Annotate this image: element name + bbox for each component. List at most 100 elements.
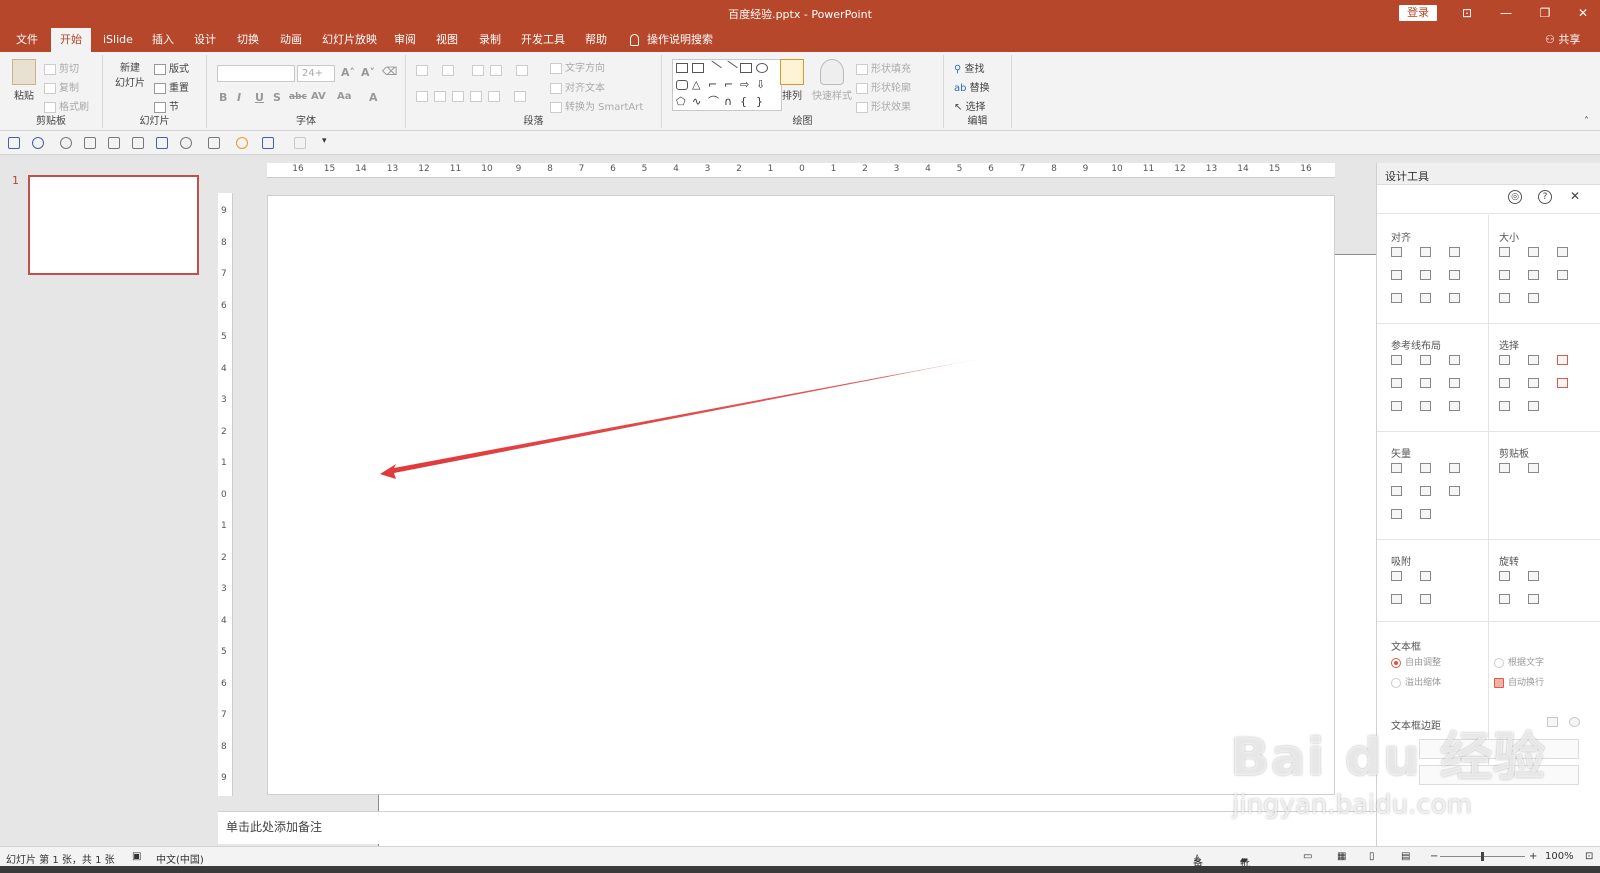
language-status[interactable]: 中文(中国) bbox=[156, 851, 204, 866]
vector-tool-icon[interactable] bbox=[1391, 486, 1402, 496]
align-tool-icon[interactable] bbox=[1449, 293, 1460, 303]
font-color-button[interactable]: A bbox=[369, 91, 378, 104]
guides-tool-icon[interactable] bbox=[1391, 401, 1402, 411]
slideshow-view-icon[interactable]: ▤ bbox=[1401, 851, 1410, 862]
shape-fill-button[interactable]: 形状填充 bbox=[856, 60, 911, 75]
bullets-button[interactable] bbox=[416, 65, 431, 77]
align-tool-icon[interactable] bbox=[1449, 247, 1460, 257]
rotate-tool-icon[interactable] bbox=[1499, 571, 1510, 581]
text-direction-button[interactable]: 文字方向 bbox=[550, 59, 605, 74]
arrow-shape[interactable] bbox=[268, 196, 1336, 796]
spellcheck-icon[interactable]: ▣ bbox=[132, 851, 141, 862]
tab-design[interactable]: 设计 bbox=[192, 28, 218, 52]
shadow-button[interactable]: S bbox=[273, 91, 281, 104]
minimize-icon[interactable]: — bbox=[1496, 4, 1516, 22]
section-button[interactable]: 节 bbox=[154, 98, 179, 113]
select-tool-icon[interactable] bbox=[1557, 355, 1568, 365]
char-spacing-button[interactable]: AV bbox=[311, 91, 326, 102]
snap-tool-icon[interactable] bbox=[1420, 571, 1431, 581]
snap-tool-icon[interactable] bbox=[1420, 594, 1431, 604]
select-tool-icon[interactable] bbox=[1528, 355, 1539, 365]
new-slide-qat-icon[interactable] bbox=[132, 137, 144, 149]
guides-tool-icon[interactable] bbox=[1391, 378, 1402, 388]
slide-thumbnail[interactable] bbox=[28, 175, 199, 275]
vector-tool-icon[interactable] bbox=[1391, 463, 1402, 473]
shapes-qat-icon[interactable] bbox=[180, 137, 192, 149]
align-tool-icon[interactable] bbox=[1420, 293, 1431, 303]
slide-canvas[interactable] bbox=[267, 195, 1335, 795]
zoom-in-icon[interactable]: + bbox=[1529, 851, 1537, 862]
grow-font-button[interactable]: A˄ bbox=[341, 66, 355, 79]
change-case-button[interactable]: Aa bbox=[337, 91, 352, 102]
clip-tool-icon[interactable] bbox=[1499, 463, 1510, 473]
vector-tool-icon[interactable] bbox=[1391, 509, 1402, 519]
select-tool-icon[interactable] bbox=[1499, 378, 1510, 388]
align-tool-icon[interactable] bbox=[1391, 293, 1402, 303]
numbering-button[interactable] bbox=[442, 65, 457, 77]
print-preview-icon[interactable] bbox=[108, 137, 120, 149]
font-name-combo[interactable] bbox=[217, 65, 295, 82]
shape-effects-button[interactable]: 形状效果 bbox=[856, 98, 911, 113]
font-size-combo[interactable]: 24+ bbox=[297, 65, 335, 82]
bold-button[interactable]: B bbox=[219, 91, 227, 104]
refresh-icon[interactable] bbox=[1569, 717, 1580, 727]
fit-slide-icon[interactable]: ⊡ bbox=[1585, 851, 1593, 862]
tab-review[interactable]: 审阅 bbox=[392, 28, 418, 52]
screenshot-icon[interactable] bbox=[156, 137, 168, 149]
italic-button[interactable]: I bbox=[237, 91, 241, 104]
reset-button[interactable]: 重置 bbox=[154, 79, 189, 94]
distributed-button[interactable] bbox=[488, 91, 503, 103]
format-painter-button[interactable]: 格式刷 bbox=[44, 98, 89, 113]
undo-icon[interactable] bbox=[32, 137, 44, 149]
trash-icon[interactable] bbox=[1547, 717, 1558, 727]
size-tool-icon[interactable] bbox=[1499, 247, 1510, 257]
guides-tool-icon[interactable] bbox=[1449, 355, 1460, 365]
layout-button[interactable]: 版式 bbox=[154, 60, 189, 75]
rotate-tool-icon[interactable] bbox=[1528, 571, 1539, 581]
tab-animations[interactable]: 动画 bbox=[278, 28, 304, 52]
save-icon[interactable] bbox=[8, 137, 20, 149]
word-wrap-checkbox[interactable]: 自动换行 bbox=[1494, 675, 1544, 688]
align-right-button[interactable] bbox=[452, 91, 467, 103]
zoom-slider-thumb[interactable] bbox=[1481, 852, 1484, 861]
autofit-text-radio[interactable]: 根据文字 bbox=[1494, 655, 1544, 668]
tab-developer[interactable]: 开发工具 bbox=[519, 28, 567, 52]
login-button[interactable]: 登录 bbox=[1399, 5, 1437, 21]
align-center-button[interactable] bbox=[434, 91, 449, 103]
convert-smartart-button[interactable]: 转换为 SmartArt bbox=[550, 98, 643, 113]
guides-tool-icon[interactable] bbox=[1420, 378, 1431, 388]
align-tool-icon[interactable] bbox=[1391, 247, 1402, 257]
copy-button[interactable]: 复制 bbox=[44, 79, 79, 94]
line-spacing-button[interactable] bbox=[516, 65, 531, 77]
select-tool-icon[interactable] bbox=[1528, 378, 1539, 388]
guides-tool-icon[interactable] bbox=[1449, 401, 1460, 411]
close-icon[interactable]: ✕ bbox=[1573, 4, 1593, 22]
zoom-level[interactable]: 100% bbox=[1545, 851, 1574, 862]
replace-button[interactable]: ab 替换 bbox=[954, 79, 990, 94]
arrange-button[interactable]: 排列 bbox=[778, 59, 806, 102]
clear-format-icon[interactable]: ⌫ bbox=[382, 65, 398, 78]
start-slideshow-icon[interactable] bbox=[84, 137, 96, 149]
tab-file[interactable]: 文件 bbox=[14, 28, 40, 52]
align-qat-icon[interactable] bbox=[208, 137, 220, 149]
cut-button[interactable]: 剪切 bbox=[44, 60, 79, 75]
vector-tool-icon[interactable] bbox=[1449, 463, 1460, 473]
underline-button[interactable]: U bbox=[255, 91, 264, 104]
paste-button[interactable]: 粘贴 bbox=[10, 59, 38, 102]
normal-view-icon[interactable]: ▭ bbox=[1303, 851, 1312, 862]
shape-outline-button[interactable]: 形状轮廓 bbox=[856, 79, 911, 94]
help-icon[interactable]: ? bbox=[1538, 190, 1552, 204]
customize-qat-icon[interactable]: ▾ bbox=[322, 136, 334, 148]
tab-home[interactable]: 开始 bbox=[51, 28, 91, 52]
justify-button[interactable] bbox=[470, 91, 485, 103]
tab-record[interactable]: 录制 bbox=[477, 28, 503, 52]
size-tool-icon[interactable] bbox=[1528, 270, 1539, 280]
size-tool-icon[interactable] bbox=[1499, 293, 1510, 303]
group-qat-icon[interactable] bbox=[294, 137, 306, 149]
vector-tool-icon[interactable] bbox=[1420, 509, 1431, 519]
size-tool-icon[interactable] bbox=[1528, 293, 1539, 303]
quick-styles-button[interactable]: 快速样式 bbox=[812, 59, 852, 102]
tab-view[interactable]: 视图 bbox=[434, 28, 460, 52]
ribbon-display-icon[interactable]: ⊡ bbox=[1457, 4, 1477, 22]
size-tool-icon[interactable] bbox=[1557, 247, 1568, 257]
